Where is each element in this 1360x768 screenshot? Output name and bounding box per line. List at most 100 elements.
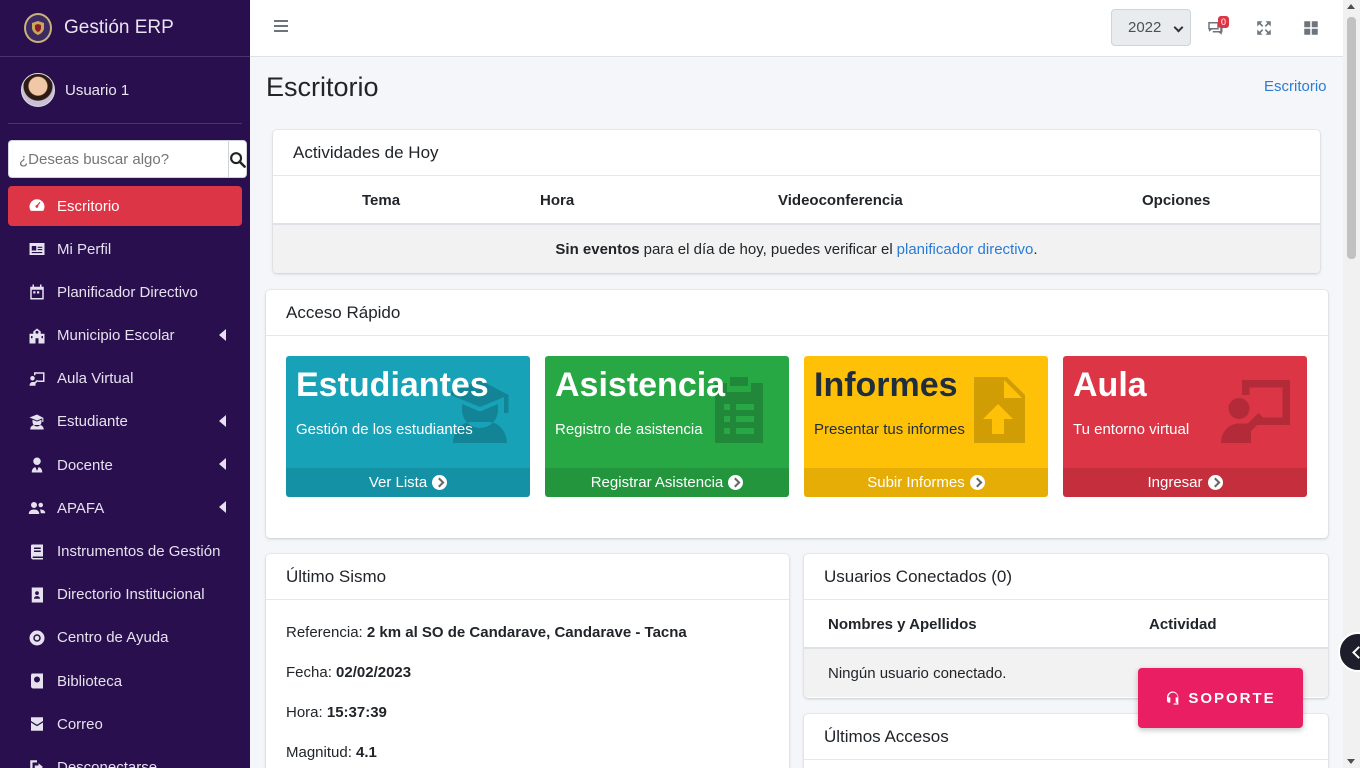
messages-button[interactable]: 0	[1206, 16, 1230, 39]
sidebar-item-directorio[interactable]: Directorio Institucional	[8, 575, 242, 615]
sidebar-item-label: Estudiante	[57, 413, 128, 431]
scroll-up-icon[interactable]	[1347, 4, 1355, 9]
connected-users-title: Usuarios Conectados (0)	[804, 554, 1328, 600]
reference-label: Referencia:	[286, 624, 363, 641]
graduate-icon	[26, 412, 48, 432]
library-book-icon	[26, 671, 48, 691]
sidebar-item-biblioteca[interactable]: Biblioteca	[8, 661, 242, 701]
control-sidebar-toggle[interactable]	[1338, 632, 1360, 672]
scroll-thumb[interactable]	[1347, 17, 1356, 259]
column-header: Hora	[540, 192, 575, 209]
time-label: Hora:	[286, 704, 323, 721]
sidebar-item-planificador[interactable]: Planificador Directivo	[8, 272, 242, 312]
support-label: SOPORTE	[1188, 689, 1276, 707]
topbar: 2022 0	[250, 0, 1343, 57]
scroll-down-icon[interactable]	[1347, 759, 1355, 764]
arrow-circle-right-icon	[728, 475, 744, 490]
sidebar-item-label: Centro de Ayuda	[57, 629, 169, 647]
search-input[interactable]	[8, 140, 228, 178]
sidebar: Gestión ERP Usuario 1 Escritorio Mi Perf…	[0, 0, 250, 768]
tile-informes: Informes Presentar tus informes Subir In…	[804, 356, 1048, 497]
sidebar-item-label: Municipio Escolar	[57, 327, 175, 345]
apps-button[interactable]	[1302, 19, 1322, 39]
year-select-value: 2022	[1128, 19, 1162, 36]
tile-title: Aula	[1073, 366, 1147, 404]
column-header: Videoconferencia	[778, 192, 903, 209]
earthquake-card: Último Sismo Referencia: 2 km al SO de C…	[266, 554, 789, 768]
tile-footer-label: Registrar Asistencia	[590, 474, 724, 491]
arrow-circle-right-icon	[432, 475, 448, 490]
tile-footer-label: Subir Informes	[867, 474, 965, 491]
support-button[interactable]: SOPORTE	[1138, 668, 1303, 728]
tile-subtitle: Registro de asistencia	[555, 421, 703, 438]
user-panel[interactable]: Usuario 1	[8, 57, 242, 124]
column-header: Nombres y Apellidos	[828, 616, 977, 633]
sidebar-item-correo[interactable]: Correo	[8, 704, 242, 744]
sidebar-item-instrumentos[interactable]: Instrumentos de Gestión	[8, 532, 242, 572]
reference-value: 2 km al SO de Candarave, Candarave - Tac…	[366, 624, 687, 641]
activities-table-header: Tema Hora Videoconferencia Opciones	[273, 176, 1320, 225]
search-button[interactable]	[228, 140, 247, 178]
empty-end: .	[1033, 240, 1038, 258]
tile-footer-link[interactable]: Registrar Asistencia	[545, 468, 789, 497]
search-icon	[230, 151, 246, 168]
chevron-left-icon	[219, 501, 226, 514]
column-header: Opciones	[1142, 192, 1211, 209]
menu-toggle-icon[interactable]	[274, 20, 288, 34]
sidebar-item-aula-virtual[interactable]: Aula Virtual	[8, 359, 242, 399]
sidebar-item-estudiante[interactable]: Estudiante	[8, 402, 242, 442]
earthquake-date: Fecha: 02/02/2023	[286, 664, 411, 681]
tile-footer-link[interactable]: Ingresar	[1063, 468, 1307, 497]
brand[interactable]: Gestión ERP	[0, 0, 250, 57]
activities-empty-row: Sin eventos para el día de hoy, puedes v…	[273, 225, 1320, 273]
file-upload-icon	[962, 374, 1034, 446]
year-select[interactable]: 2022	[1111, 9, 1191, 46]
sidebar-nav: Escritorio Mi Perfil Planificador Direct…	[0, 186, 250, 768]
earthquake-reference: Referencia: 2 km al SO de Candarave, Can…	[286, 624, 687, 641]
planner-link[interactable]: planificador directivo	[897, 241, 1034, 258]
tile-title: Informes	[814, 366, 958, 404]
sidebar-item-docente[interactable]: Docente	[8, 445, 242, 485]
tile-footer-label: Ver Lista	[368, 474, 428, 491]
sidebar-item-apafa[interactable]: APAFA	[8, 488, 242, 528]
book-icon	[26, 542, 48, 562]
sidebar-item-label: Aula Virtual	[57, 370, 134, 388]
sidebar-item-label: Escritorio	[57, 197, 120, 215]
address-book-icon	[26, 585, 48, 605]
user-name: Usuario 1	[65, 81, 130, 99]
magnitude-value: 4.1	[356, 744, 377, 761]
quick-access-title: Acceso Rápido	[266, 290, 1328, 336]
sidebar-item-mi-perfil[interactable]: Mi Perfil	[8, 229, 242, 269]
sidebar-item-label: Directorio Institucional	[57, 586, 205, 604]
column-header: Actividad	[1149, 616, 1217, 633]
sidebar-item-label: Instrumentos de Gestión	[57, 543, 221, 560]
tile-footer-link[interactable]: Subir Informes	[804, 468, 1048, 497]
chevron-left-icon	[219, 414, 226, 427]
breadcrumb[interactable]: Escritorio	[1264, 78, 1327, 95]
chalkboard-teacher-icon	[1221, 374, 1293, 446]
headset-icon	[1167, 691, 1179, 705]
page-title: Escritorio	[266, 72, 379, 102]
message-badge: 0	[1218, 16, 1230, 28]
tile-subtitle: Gestión de los estudiantes	[296, 421, 473, 438]
arrow-circle-right-icon	[969, 475, 985, 490]
tile-footer-label: Ingresar	[1147, 474, 1203, 491]
id-card-icon	[26, 239, 48, 259]
sidebar-item-desconectarse[interactable]: Desconectarse	[8, 747, 242, 768]
tile-footer-link[interactable]: Ver Lista	[286, 468, 530, 497]
sidebar-item-municipio-escolar[interactable]: Municipio Escolar	[8, 316, 242, 356]
tile-title: Estudiantes	[296, 366, 489, 404]
fullscreen-button[interactable]	[1255, 19, 1275, 39]
activities-title: Actividades de Hoy	[273, 130, 1320, 176]
brand-name: Gestión ERP	[64, 17, 174, 38]
arrow-circle-right-icon	[1207, 475, 1223, 490]
school-icon	[26, 326, 48, 346]
sidebar-item-centro-ayuda[interactable]: Centro de Ayuda	[8, 618, 242, 658]
date-value: 02/02/2023	[336, 664, 412, 681]
users-table-header: Nombres y Apellidos Actividad	[804, 600, 1328, 649]
empty-bold: Sin eventos	[555, 240, 640, 258]
mail-icon	[26, 714, 48, 734]
sidebar-item-escritorio[interactable]: Escritorio	[8, 186, 242, 226]
sidebar-search	[8, 140, 247, 178]
tile-subtitle: Tu entorno virtual	[1073, 421, 1190, 438]
